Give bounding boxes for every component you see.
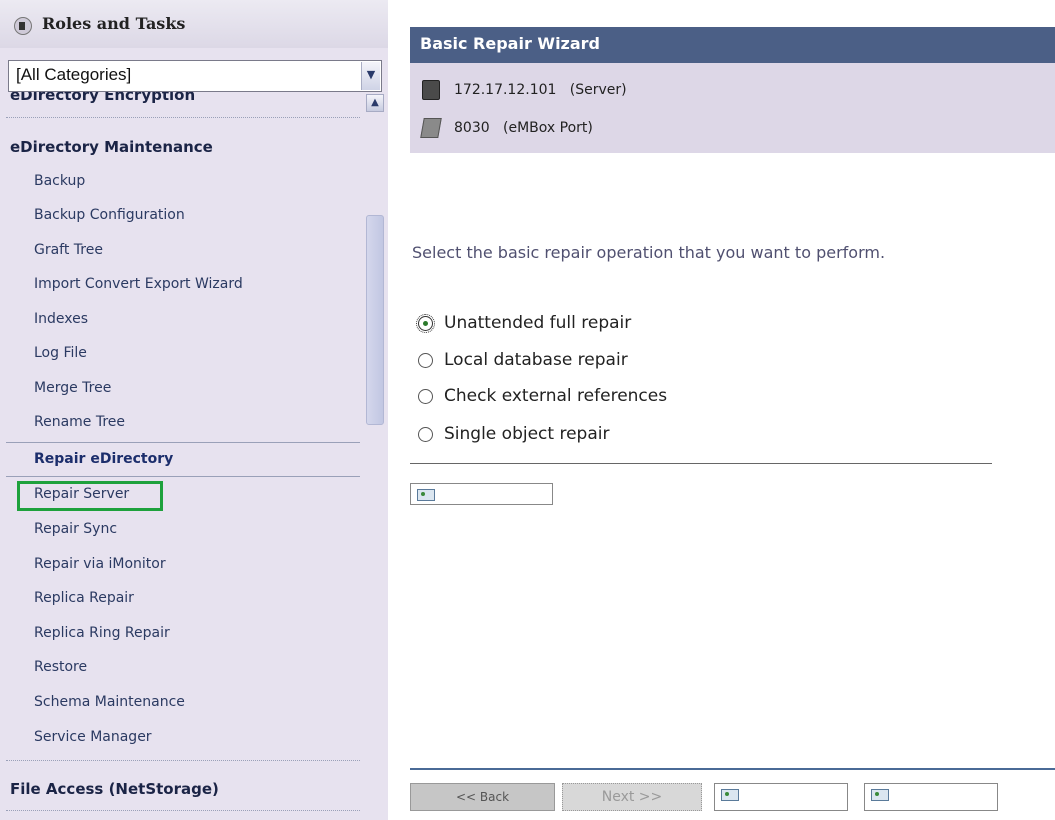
wizard-image-button[interactable]	[410, 483, 553, 505]
server-icon	[422, 80, 440, 100]
category-select-value: [All Categories]	[16, 65, 132, 84]
scroll-thumb[interactable]	[366, 215, 384, 425]
button-image-icon	[417, 489, 435, 501]
button-image-icon	[871, 789, 889, 801]
port-type: (eMBox Port)	[503, 120, 593, 136]
cancel-button[interactable]	[864, 783, 998, 811]
option-single-object-repair[interactable]: Single object repair	[418, 424, 609, 444]
back-button[interactable]: << Back	[410, 783, 555, 811]
option-label: Local database repair	[444, 350, 628, 370]
server-info-panel: 172.17.12.101 (Server) 8030 (eMBox Port)	[410, 63, 1055, 153]
footer-divider	[410, 768, 1055, 770]
radio-checked-icon[interactable]	[416, 313, 435, 333]
roles-and-tasks-sidebar: Roles and Tasks [All Categories] ▼ eDire…	[0, 0, 388, 820]
wizard-title: Basic Repair Wizard	[420, 34, 601, 53]
task-indexes[interactable]: Indexes	[34, 311, 88, 327]
task-merge-tree[interactable]: Merge Tree	[34, 380, 111, 396]
scroll-up-icon[interactable]: ▲	[366, 94, 384, 112]
option-unattended-full-repair[interactable]: Unattended full repair	[416, 313, 632, 333]
category-edirectory-encryption[interactable]: eDirectory Encryption	[10, 92, 195, 104]
task-graft-tree[interactable]: Graft Tree	[34, 242, 103, 258]
server-address: 172.17.12.101	[454, 82, 557, 98]
server-row: 172.17.12.101 (Server)	[422, 80, 627, 100]
next-button[interactable]: Next >>	[562, 783, 702, 811]
wizard-title-bar: Basic Repair Wizard	[410, 27, 1055, 63]
button-image-icon	[721, 789, 739, 801]
repair-prompt: Select the basic repair operation that y…	[412, 243, 886, 262]
roles-tasks-icon[interactable]	[14, 17, 32, 35]
option-label: Unattended full repair	[444, 313, 632, 333]
option-check-external-references[interactable]: Check external references	[418, 386, 667, 406]
radio-icon[interactable]	[418, 388, 433, 404]
subgroup-repair-edirectory[interactable]: Repair eDirectory	[34, 451, 173, 467]
category-edirectory-maintenance[interactable]: eDirectory Maintenance	[10, 138, 213, 156]
option-local-database-repair[interactable]: Local database repair	[418, 350, 628, 370]
task-repair-via-imonitor[interactable]: Repair via iMonitor	[34, 556, 166, 572]
option-label: Single object repair	[444, 424, 610, 444]
task-schema-maintenance[interactable]: Schema Maintenance	[34, 694, 185, 710]
task-restore[interactable]: Restore	[34, 659, 87, 675]
port-number: 8030	[454, 120, 490, 136]
divider	[6, 476, 360, 477]
task-list: eDirectory Encryption eDirectory Mainten…	[0, 92, 388, 820]
panel-divider	[388, 0, 396, 820]
sidebar-scrollbar[interactable]	[364, 92, 386, 820]
task-service-manager[interactable]: Service Manager	[34, 729, 152, 745]
category-file-access-netstorage[interactable]: File Access (NetStorage)	[10, 780, 219, 798]
task-replica-repair[interactable]: Replica Repair	[34, 590, 134, 606]
task-log-file[interactable]: Log File	[34, 345, 87, 361]
task-backup[interactable]: Backup	[34, 173, 85, 189]
chevron-down-icon[interactable]: ▼	[361, 62, 380, 90]
finish-button[interactable]	[714, 783, 848, 811]
divider	[6, 760, 360, 761]
radio-icon[interactable]	[418, 352, 433, 368]
sidebar-header: Roles and Tasks	[0, 0, 388, 48]
task-repair-sync[interactable]: Repair Sync	[34, 521, 117, 537]
task-rename-tree[interactable]: Rename Tree	[34, 414, 125, 430]
divider	[6, 442, 360, 443]
port-row: 8030 (eMBox Port)	[420, 118, 593, 138]
task-replica-ring-repair[interactable]: Replica Ring Repair	[34, 625, 170, 641]
divider	[6, 810, 360, 811]
sidebar-title: Roles and Tasks	[42, 14, 186, 33]
divider	[6, 117, 360, 118]
radio-icon[interactable]	[418, 426, 433, 442]
options-divider	[410, 463, 992, 464]
server-type: (Server)	[569, 82, 627, 98]
repair-server-highlight	[17, 481, 163, 511]
port-icon	[420, 118, 442, 138]
option-label: Check external references	[444, 386, 668, 406]
task-import-convert-export-wizard[interactable]: Import Convert Export Wizard	[34, 276, 243, 292]
category-select[interactable]: [All Categories] ▼	[8, 60, 382, 92]
task-backup-configuration[interactable]: Backup Configuration	[34, 207, 185, 223]
